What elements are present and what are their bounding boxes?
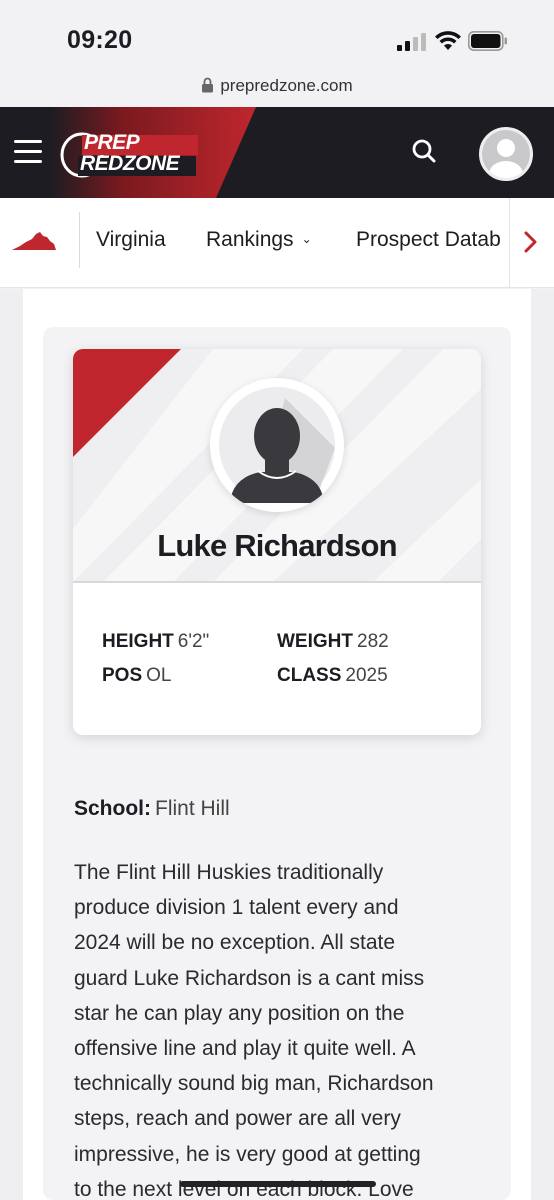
search-icon[interactable] — [408, 135, 440, 167]
chevron-right-icon — [524, 231, 537, 253]
browser-url-bar[interactable]: prepredzone.com — [0, 70, 554, 107]
bio-line: impressive, he is very good at getting — [74, 1142, 421, 1166]
player-card: Luke Richardson HEIGHT 6'2" WEIGHT 282 POS… — [73, 349, 481, 735]
bio-line: steps, reach and power are all very — [74, 1107, 401, 1131]
wifi-icon — [435, 31, 461, 50]
bio-line: The Flint Hill Huskies traditionally — [74, 861, 384, 884]
home-indicator[interactable] — [180, 1181, 376, 1187]
bio-line: guard Luke Richardson is a cant miss — [74, 966, 425, 990]
bio-line: 2024 will be no exception. All state — [74, 931, 396, 955]
nav-scroll-right-button[interactable] — [509, 198, 554, 287]
user-silhouette-icon — [482, 130, 530, 178]
nav-rankings-label: Rankings — [206, 228, 294, 251]
url-text: prepredzone.com — [220, 76, 353, 95]
nav-virginia[interactable]: Virginia — [96, 228, 166, 252]
bio-line: star he can play any position on the — [74, 1001, 405, 1025]
stat-weight: WEIGHT 282 — [277, 631, 389, 652]
logo-text-redzone: REDZONE — [80, 152, 180, 175]
player-card-header: Luke Richardson — [73, 349, 481, 582]
virginia-state-icon[interactable] — [12, 230, 57, 252]
user-avatar-button[interactable] — [479, 127, 533, 181]
prep-redzone-logo[interactable]: PREP REDZONE — [60, 131, 200, 181]
player-bio: The Flint Hill Huskies traditionally pro… — [74, 855, 484, 1200]
site-header: PREP REDZONE — [0, 107, 554, 198]
stat-class: CLASS 2025 — [277, 665, 388, 686]
player-silhouette-icon — [219, 387, 335, 503]
status-bar: 09:20 — [0, 0, 554, 70]
cellular-signal-icon — [397, 33, 426, 51]
bio-line: offensive line and play it quite well. A — [74, 1037, 416, 1061]
menu-icon[interactable] — [14, 140, 42, 164]
school-info: School: Flint Hill — [74, 797, 230, 820]
state-subnav: Virginia Rankings ⌄ Prospect Datab — [0, 198, 554, 288]
player-photo — [210, 378, 344, 512]
lock-icon — [202, 77, 214, 93]
nav-rankings[interactable]: Rankings ⌄ — [206, 228, 312, 252]
nav-prospect-database[interactable]: Prospect Datab — [356, 228, 508, 252]
stat-height: HEIGHT 6'2" — [102, 631, 210, 652]
battery-icon — [468, 31, 507, 51]
status-time: 09:20 — [67, 26, 133, 54]
bio-line: technically sound big man, Richardson — [74, 1072, 434, 1096]
stat-position: POS OL — [102, 665, 172, 686]
chevron-down-icon: ⌄ — [301, 232, 312, 246]
bio-line: produce division 1 talent every and — [74, 896, 399, 920]
player-name: Luke Richardson — [157, 528, 397, 563]
